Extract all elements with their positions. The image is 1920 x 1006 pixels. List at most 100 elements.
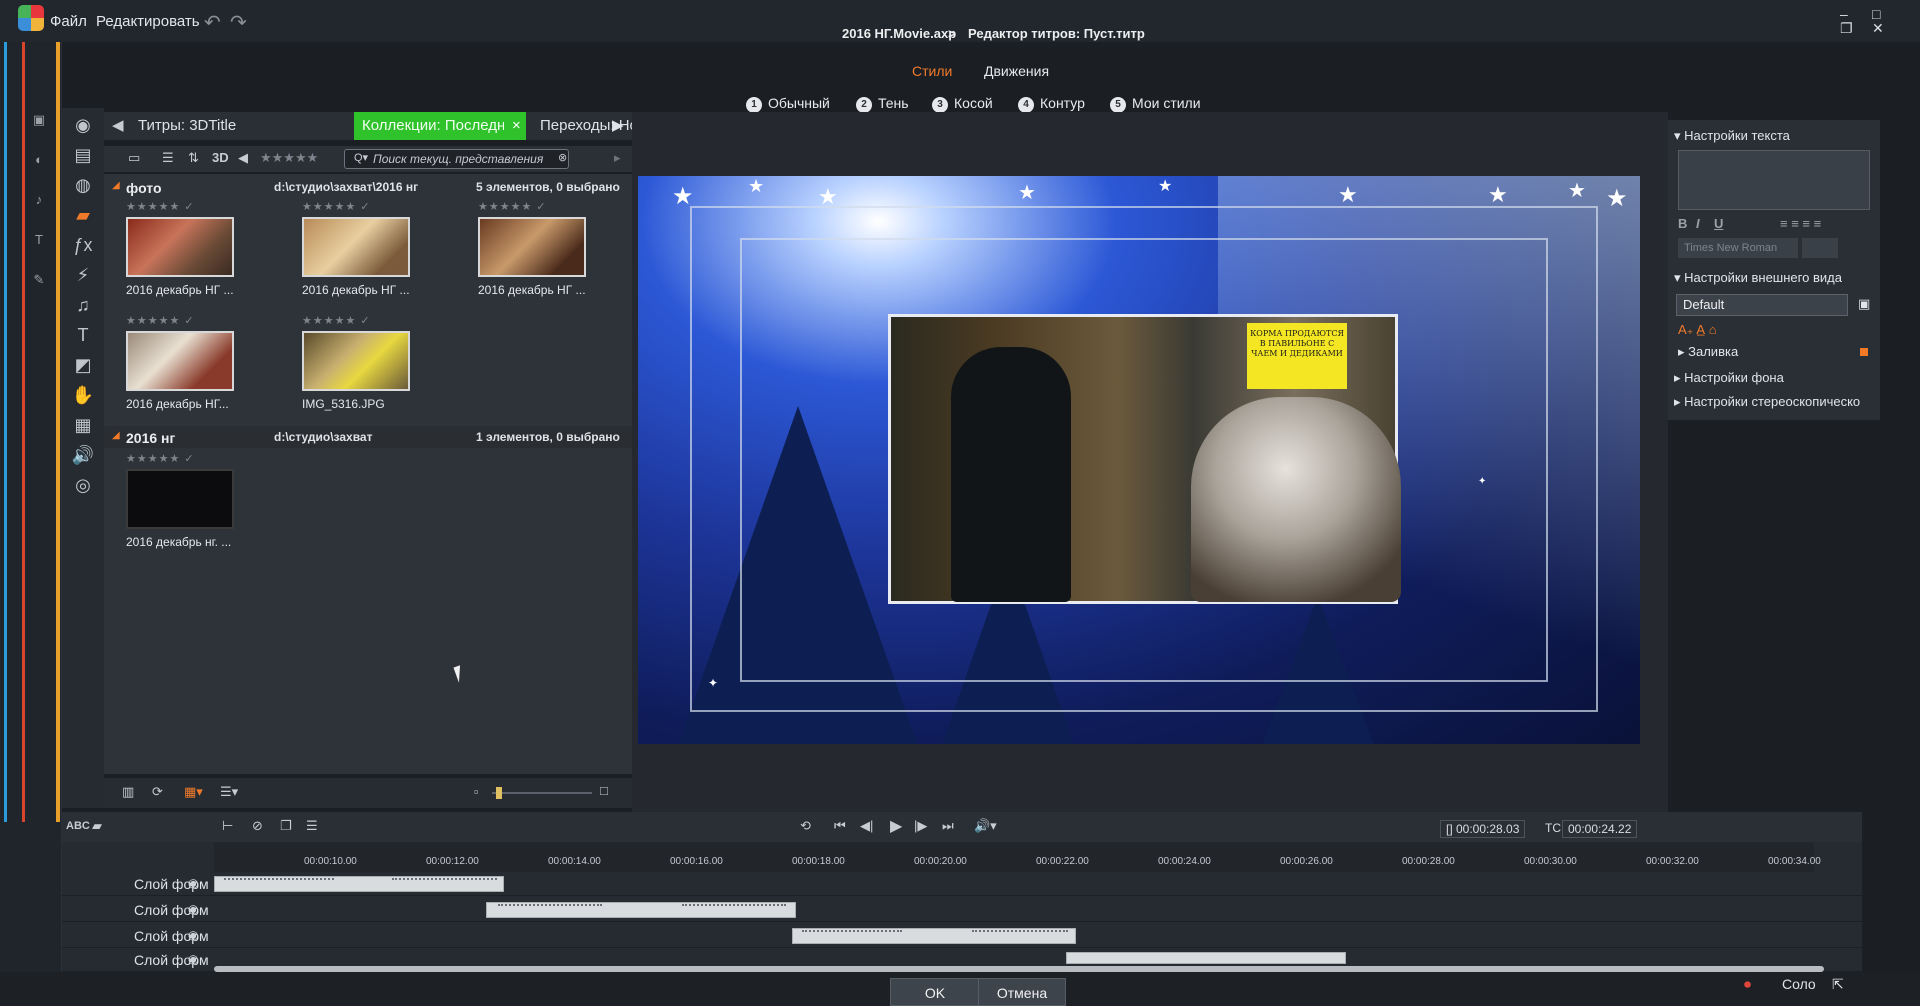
font-size-select[interactable] (1802, 238, 1838, 258)
track-visibility-eye-icon[interactable]: ◉ (188, 902, 198, 916)
search-icon[interactable]: Q▾ (354, 151, 368, 164)
redo-icon[interactable]: ↷ (230, 10, 247, 35)
fill-color-swatch[interactable] (1860, 348, 1868, 356)
solo-button[interactable]: Соло (1782, 976, 1816, 992)
folder-category-icon[interactable]: ▤ (70, 142, 96, 168)
step-back-icon[interactable]: ◀| (860, 818, 873, 834)
track-visibility-eye-icon[interactable]: ◉ (188, 952, 198, 966)
search-clear-icon[interactable]: ⊗ (558, 151, 567, 164)
tab-collections-close[interactable]: × (504, 112, 526, 140)
refresh-icon[interactable]: ⟳ (152, 784, 163, 800)
item-rating-icon[interactable]: ★★★★★ ✓ (302, 314, 442, 327)
list-icon[interactable]: ☰ (306, 818, 318, 834)
text-settings-header[interactable]: ▾ Настройки текста (1674, 128, 1790, 144)
link-icon[interactable]: ⊘ (252, 818, 263, 834)
thumbnail-size-slider-handle[interactable] (496, 787, 502, 799)
align-icons[interactable]: ≡ ≡ ≡ ≡ (1780, 216, 1821, 231)
fx-category-icon[interactable]: ƒx (70, 232, 96, 258)
timeline-track[interactable]: Слой форм ◉ (62, 898, 1862, 922)
cancel-button[interactable]: Отмена (978, 978, 1066, 1006)
library-item[interactable]: ★★★★★ ✓ 2016 декабрь НГ ... (126, 200, 266, 297)
delete-icon[interactable]: ▥ (122, 784, 134, 800)
folder-icon[interactable]: ▭ (128, 150, 140, 166)
tabs-scroll-right-icon[interactable]: ▶ (604, 112, 624, 140)
brush-category-icon[interactable]: ✋ (70, 382, 96, 408)
menu-file[interactable]: Файл (50, 13, 87, 30)
ok-button[interactable]: OK (890, 978, 980, 1006)
photo-overlay[interactable]: КОРМА ПРОДАЮТСЯ В ПАВИЛЬОНЕ С ЧАЕМ И ДЕД… (888, 314, 1401, 604)
transition-category-icon[interactable]: ⚡ (70, 262, 96, 288)
tabs-scroll-left-icon[interactable]: ◀ (104, 112, 126, 140)
underline-button[interactable]: U (1714, 216, 1723, 231)
shape-category-icon[interactable]: ◩ (70, 352, 96, 378)
thumbnail-size-slider[interactable] (492, 792, 592, 794)
rail-text-icon[interactable]: T (30, 232, 48, 250)
shape-tool-icon[interactable]: ▰ (92, 818, 102, 834)
style-tab-normal[interactable]: 1 Обычный (746, 95, 830, 113)
collections-category-icon[interactable]: ▰ (70, 202, 96, 228)
globe-category-icon[interactable]: ◍ (70, 172, 96, 198)
library-item[interactable]: ★★★★★ ✓ 2016 декабрь НГ ... (302, 200, 442, 297)
search-input[interactable]: Поиск текущ. представления (344, 149, 569, 169)
current-timecode[interactable]: 00:00:24.22 (1562, 820, 1638, 838)
group-collapse-icon[interactable]: ◢ (112, 430, 120, 441)
library-item[interactable]: ★★★★★ ✓ 2016 декабрь НГ ... (478, 200, 618, 297)
group-header-2016ng[interactable]: ◢ 2016 нг d:\студио\захват 1 элементов, … (104, 426, 632, 448)
tab-styles[interactable]: Стили (912, 63, 952, 79)
style-tab-shadow[interactable]: 2 Тень (856, 95, 909, 113)
volume-icon[interactable]: 🔊▾ (974, 818, 997, 834)
tab-titles[interactable]: Титры: 3DTitle (130, 112, 352, 140)
export-icon[interactable]: ⇱ (1832, 976, 1844, 993)
library-item[interactable]: ★★★★★ ✓ 2016 декабрь нг. ... (126, 452, 266, 549)
timeline-track[interactable]: Слой форм ◉ (62, 924, 1862, 948)
track-visibility-eye-icon[interactable]: ◉ (188, 928, 198, 942)
style-tab-outline[interactable]: 4 Контур (1018, 95, 1085, 113)
group-collapse-icon[interactable]: ◢ (112, 180, 120, 191)
toolbar-more-icon[interactable]: ▸ (614, 150, 621, 166)
save-preset-icon[interactable]: ▣ (1858, 296, 1870, 312)
menu-edit[interactable]: Редактировать (96, 13, 200, 30)
rating-filter-icon[interactable]: ★★★★★ (260, 150, 318, 166)
item-rating-icon[interactable]: ★★★★★ ✓ (126, 452, 266, 465)
disc-category-icon[interactable]: ◎ (70, 472, 96, 498)
timeline-track[interactable]: Слой форм ◉ (62, 872, 1862, 896)
close-icon[interactable]: ✕ (1872, 20, 1884, 37)
rail-audio-icon[interactable]: ♪ (30, 192, 48, 210)
list-view-icon[interactable]: ☰ (162, 150, 174, 166)
style-tab-italic[interactable]: 3 Косой (932, 95, 993, 113)
fill-section-header[interactable]: ▸ Заливка (1678, 344, 1738, 360)
style-tab-my-styles[interactable]: 5 Мои стили (1110, 95, 1201, 113)
appearance-settings-header[interactable]: ▾ Настройки внешнего вида (1674, 270, 1842, 286)
titles-category-icon[interactable]: ◉ (70, 112, 96, 138)
go-end-icon[interactable]: ⏭ (942, 818, 954, 834)
font-select[interactable]: Times New Roman (1678, 238, 1798, 258)
item-rating-icon[interactable]: ★★★★★ ✓ (478, 200, 618, 213)
appearance-preset-select[interactable]: Default (1676, 294, 1848, 316)
abc-text-tool[interactable]: ABC (66, 820, 90, 832)
item-rating-icon[interactable]: ★★★★★ ✓ (126, 200, 266, 213)
item-rating-icon[interactable]: ★★★★★ ✓ (302, 200, 442, 213)
library-item[interactable]: ★★★★★ ✓ 2016 декабрь НГ... (126, 314, 266, 411)
item-rating-icon[interactable]: ★★★★★ ✓ (126, 314, 266, 327)
rail-clip-icon[interactable]: ▣ (30, 112, 48, 130)
film-category-icon[interactable]: ▦ (70, 412, 96, 438)
timeline-ruler[interactable]: 00:00:10.00 00:00:12.00 00:00:14.00 00:0… (214, 842, 1821, 872)
loop-icon[interactable]: ⟲ (800, 818, 811, 834)
go-start-icon[interactable]: ⏮ (834, 818, 846, 834)
copy-icon[interactable]: ❐ (280, 818, 292, 834)
rail-edit-icon[interactable]: ✎ (30, 272, 48, 290)
library-item[interactable]: ★★★★★ ✓ IMG_5316.JPG (302, 314, 442, 411)
align-left-icon[interactable]: ⊢ (222, 818, 233, 834)
bold-button[interactable]: B (1678, 216, 1687, 231)
group-header-photo[interactable]: ◢ фото d:\студио\захват\2016 нг 5 элемен… (104, 176, 632, 198)
add-layer-icons[interactable]: A₊ A̲ ⌂ (1678, 322, 1717, 338)
tab-motions[interactable]: Движения (984, 63, 1049, 79)
track-visibility-eye-icon[interactable]: ◉ (188, 876, 198, 890)
title-preview-canvas[interactable]: ★ ★ ★ ★ ★ ★ ★ ★ ★ ✦ ✦ ✦ КОРМА ПРОДАЮТСЯ … (638, 176, 1640, 744)
rail-effect-icon[interactable]: ◐ (30, 152, 48, 170)
play-icon[interactable]: ▶ (890, 816, 902, 836)
3d-filter-button[interactable]: 3D (212, 150, 229, 165)
italic-button[interactable]: I (1696, 216, 1700, 231)
background-settings-header[interactable]: ▸ Настройки фона (1674, 370, 1784, 386)
step-forward-icon[interactable]: |▶ (914, 818, 927, 834)
